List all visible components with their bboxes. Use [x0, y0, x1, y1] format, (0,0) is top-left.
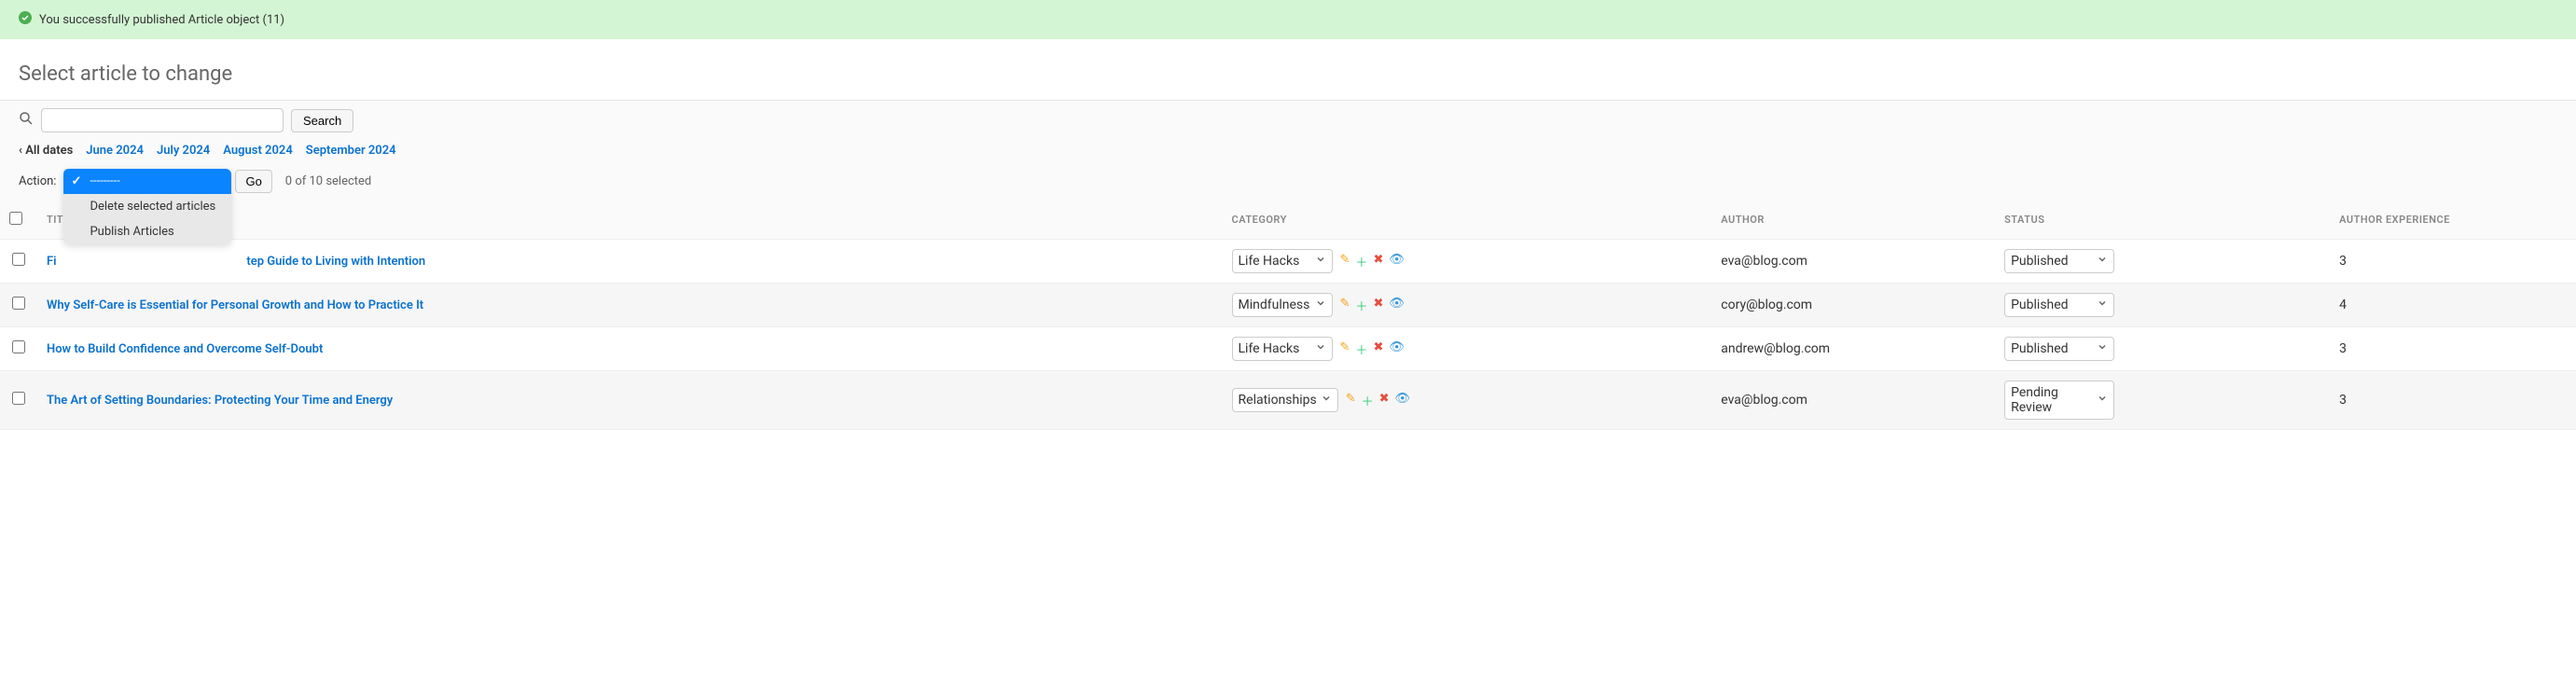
chevron-down-icon — [1315, 341, 1326, 356]
selection-count: 0 of 10 selected — [285, 174, 371, 188]
table-row: How to Build Confidence and Overcome Sel… — [0, 327, 2576, 371]
eye-icon[interactable]: 👁 — [1389, 340, 1405, 358]
action-option-publish[interactable]: Publish Articles — [63, 219, 231, 244]
category-select[interactable]: Relationships — [1232, 388, 1338, 412]
col-category[interactable]: CATEGORY — [1223, 201, 1712, 240]
eye-icon[interactable]: 👁 — [1395, 392, 1411, 409]
category-actions: ✎ ＋ ✖ 👁 — [1346, 392, 1410, 409]
author-cell: cory@blog.com — [1711, 284, 1995, 327]
article-title-link[interactable]: Fixxxxxxxxxxxxxxxxxxxxxxxxxxxxxxxtep Gui… — [47, 255, 425, 269]
date-filter-link[interactable]: August 2024 — [223, 144, 293, 158]
page-title: Select article to change — [0, 39, 2576, 100]
x-icon[interactable]: ✖ — [1373, 340, 1383, 358]
plus-icon[interactable]: ＋ — [1355, 340, 1367, 358]
select-all-checkbox[interactable] — [9, 212, 22, 225]
check-circle-icon — [19, 11, 32, 28]
success-banner: You successfully published Article objec… — [0, 0, 2576, 39]
pencil-icon[interactable]: ✎ — [1340, 340, 1350, 358]
row-checkbox[interactable] — [12, 253, 25, 266]
search-row: Search — [19, 108, 2557, 132]
action-option-blank[interactable]: --------- — [63, 169, 231, 194]
row-checkbox[interactable] — [12, 340, 25, 353]
articles-table: TITLE CATEGORY AUTHOR STATUS AUTHOR EXPE… — [0, 201, 2576, 430]
experience-cell: 3 — [2330, 240, 2576, 284]
chevron-down-icon — [2097, 393, 2108, 408]
author-cell: andrew@blog.com — [1711, 327, 1995, 371]
category-select[interactable]: Mindfulness — [1232, 293, 1333, 317]
col-experience[interactable]: AUTHOR EXPERIENCE — [2330, 201, 2576, 240]
category-actions: ✎ ＋ ✖ 👁 — [1340, 340, 1405, 358]
date-filter-link[interactable]: June 2024 — [86, 144, 144, 158]
article-title-link[interactable]: Why Self-Care is Essential for Personal … — [47, 298, 423, 312]
pencil-icon[interactable]: ✎ — [1346, 392, 1356, 409]
plus-icon[interactable]: ＋ — [1362, 392, 1374, 409]
chevron-down-icon — [2097, 254, 2108, 269]
x-icon[interactable]: ✖ — [1373, 297, 1383, 314]
x-icon[interactable]: ✖ — [1379, 392, 1390, 409]
table-row: Fixxxxxxxxxxxxxxxxxxxxxxxxxxxxxxxtep Gui… — [0, 240, 2576, 284]
chevron-down-icon — [1315, 298, 1326, 312]
search-input[interactable] — [41, 108, 284, 132]
author-cell: eva@blog.com — [1711, 371, 1995, 430]
action-label: Action: — [19, 174, 56, 188]
action-row: Action: --------- Delete selected articl… — [19, 169, 2557, 193]
search-icon — [19, 111, 34, 130]
category-actions: ✎ ＋ ✖ 👁 — [1340, 253, 1405, 270]
date-filter-current[interactable]: ‹ All dates — [19, 144, 73, 158]
article-title-link[interactable]: How to Build Confidence and Overcome Sel… — [47, 342, 323, 356]
chevron-down-icon — [1315, 254, 1326, 269]
date-filter-link[interactable]: July 2024 — [157, 144, 210, 158]
experience-cell: 3 — [2330, 371, 2576, 430]
chevron-down-icon — [2097, 341, 2108, 356]
x-icon[interactable]: ✖ — [1373, 253, 1383, 270]
col-status[interactable]: STATUS — [1995, 201, 2330, 240]
go-button[interactable]: Go — [235, 170, 271, 193]
col-author[interactable]: AUTHOR — [1711, 201, 1995, 240]
experience-cell: 3 — [2330, 327, 2576, 371]
category-select[interactable]: Life Hacks — [1232, 337, 1333, 361]
eye-icon[interactable]: 👁 — [1389, 297, 1405, 314]
experience-cell: 4 — [2330, 284, 2576, 327]
pencil-icon[interactable]: ✎ — [1340, 253, 1350, 270]
author-cell: eva@blog.com — [1711, 240, 1995, 284]
category-select[interactable]: Life Hacks — [1232, 249, 1333, 273]
action-dropdown: --------- Delete selected articles Publi… — [63, 169, 231, 244]
search-button[interactable]: Search — [291, 109, 353, 132]
row-checkbox[interactable] — [12, 297, 25, 310]
date-filter-link[interactable]: September 2024 — [306, 144, 396, 158]
eye-icon[interactable]: 👁 — [1389, 253, 1405, 270]
status-select[interactable]: Published — [2004, 337, 2114, 361]
action-select[interactable]: --------- Delete selected articles Publi… — [63, 169, 228, 193]
success-message: You successfully published Article objec… — [39, 13, 284, 27]
chevron-down-icon — [1321, 393, 1332, 408]
status-select[interactable]: Pending Review — [2004, 381, 2114, 420]
plus-icon[interactable]: ＋ — [1355, 253, 1367, 270]
table-row: The Art of Setting Boundaries: Protectin… — [0, 371, 2576, 430]
status-select[interactable]: Published — [2004, 249, 2114, 273]
row-checkbox[interactable] — [12, 392, 25, 405]
toolbar: Search ‹ All dates June 2024 July 2024 A… — [0, 100, 2576, 201]
category-actions: ✎ ＋ ✖ 👁 — [1340, 297, 1405, 314]
table-header-row: TITLE CATEGORY AUTHOR STATUS AUTHOR EXPE… — [0, 201, 2576, 240]
action-option-delete[interactable]: Delete selected articles — [63, 194, 231, 219]
pencil-icon[interactable]: ✎ — [1340, 297, 1350, 314]
date-filters: ‹ All dates June 2024 July 2024 August 2… — [19, 144, 2557, 158]
article-title-link[interactable]: The Art of Setting Boundaries: Protectin… — [47, 394, 393, 408]
chevron-down-icon — [2097, 298, 2108, 312]
table-row: Why Self-Care is Essential for Personal … — [0, 284, 2576, 327]
status-select[interactable]: Published — [2004, 293, 2114, 317]
plus-icon[interactable]: ＋ — [1355, 297, 1367, 314]
